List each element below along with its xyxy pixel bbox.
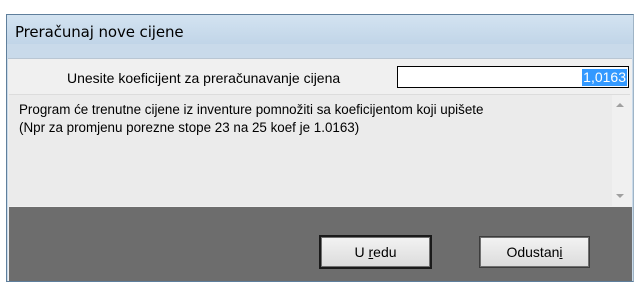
dialog-body: Unesite koeficijent za preračunavanje ci… xyxy=(8,58,632,281)
button-bar: U redu Odustani xyxy=(9,207,632,281)
cancel-label-accelerator: i xyxy=(559,244,563,260)
cancel-label-prefix: Odustan xyxy=(506,244,560,260)
scroll-up-arrow-icon[interactable] xyxy=(616,103,624,107)
title-bar[interactable]: Preračunaj nove cijene xyxy=(7,15,633,44)
ok-label-suffix: edu xyxy=(373,244,397,260)
scroll-down-arrow-icon[interactable] xyxy=(616,194,624,198)
coefficient-value: 1,0163 xyxy=(582,69,627,86)
info-line-1: Program će trenutne cijene iz inventure … xyxy=(19,102,484,117)
ok-label-prefix: U xyxy=(354,244,369,260)
cancel-button[interactable]: Odustani xyxy=(479,236,590,268)
coefficient-input[interactable]: 1,0163 xyxy=(397,66,629,88)
coefficient-label: Unesite koeficijent za preračunavanje ci… xyxy=(67,70,341,86)
window-title: Preračunaj nove cijene xyxy=(15,23,184,41)
ok-button[interactable]: U redu xyxy=(319,235,432,269)
info-line-2: (Npr za promjenu porezne stope 23 na 25 … xyxy=(19,120,360,135)
info-text: Program će trenutne cijene iz inventure … xyxy=(19,101,609,137)
dialog-window: Preračunaj nove cijene Unesite koeficije… xyxy=(6,14,634,282)
vertical-scrollbar[interactable] xyxy=(612,95,630,207)
info-textarea[interactable]: Program će trenutne cijene iz inventure … xyxy=(9,94,630,207)
